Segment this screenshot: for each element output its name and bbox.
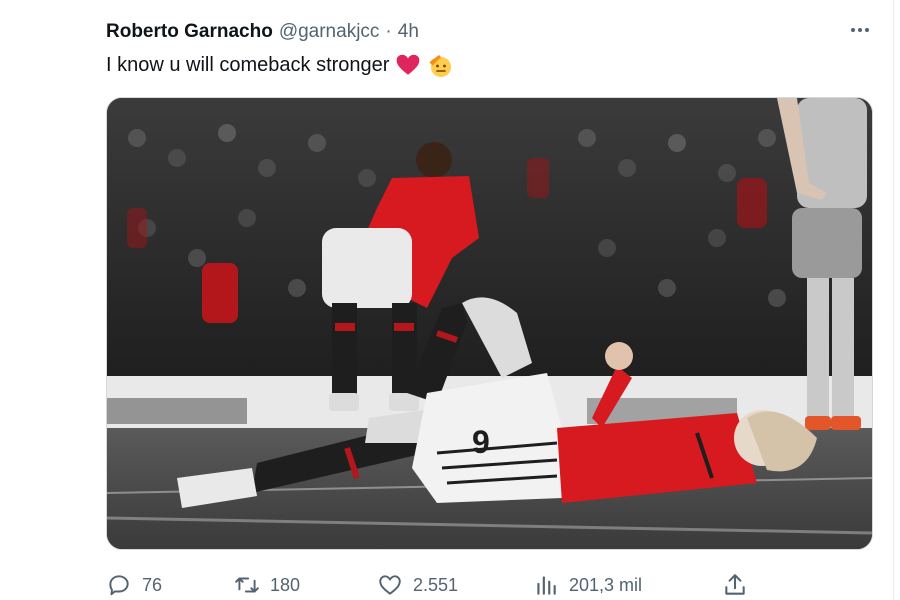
reply-button[interactable]: 76 — [106, 570, 162, 600]
tweet-media-photo[interactable]: 9 — [106, 97, 873, 550]
red-heart-icon — [397, 54, 420, 75]
like-button[interactable]: 2.551 — [377, 570, 458, 600]
views-count: 201,3 mil — [569, 574, 643, 595]
tweet-header: Roberto Garnacho @garnakjcc · 4h — [106, 20, 419, 44]
share-button[interactable] — [722, 570, 748, 600]
timeline-border — [893, 0, 894, 600]
saluting-face-icon — [429, 55, 452, 77]
author-name[interactable]: Roberto Garnacho — [106, 21, 273, 43]
retweet-icon — [235, 577, 259, 593]
tweet-actions: 76 180 2.551 201,3 mil — [106, 570, 766, 600]
author-handle[interactable]: @garnakjcc — [279, 21, 380, 43]
separator-dot: · — [385, 21, 392, 42]
views-button[interactable]: 201,3 mil — [533, 570, 642, 600]
reply-icon — [109, 575, 129, 596]
share-icon — [725, 574, 745, 595]
views-chart-icon — [537, 576, 556, 595]
football-photo: 9 — [107, 98, 872, 549]
retweet-count: 180 — [270, 574, 301, 595]
heart-outline-icon — [379, 575, 401, 595]
reply-count: 76 — [142, 574, 163, 595]
like-count: 2.551 — [413, 574, 459, 595]
more-options-icon[interactable] — [846, 22, 874, 38]
tweet-timestamp[interactable]: 4h — [398, 21, 419, 43]
tweet-text-content: I know u will comeback stronger — [106, 53, 390, 76]
jersey-number: 9 — [472, 424, 490, 460]
tweet-text: I know u will comeback stronger — [106, 52, 453, 78]
retweet-button[interactable]: 180 — [234, 570, 300, 600]
